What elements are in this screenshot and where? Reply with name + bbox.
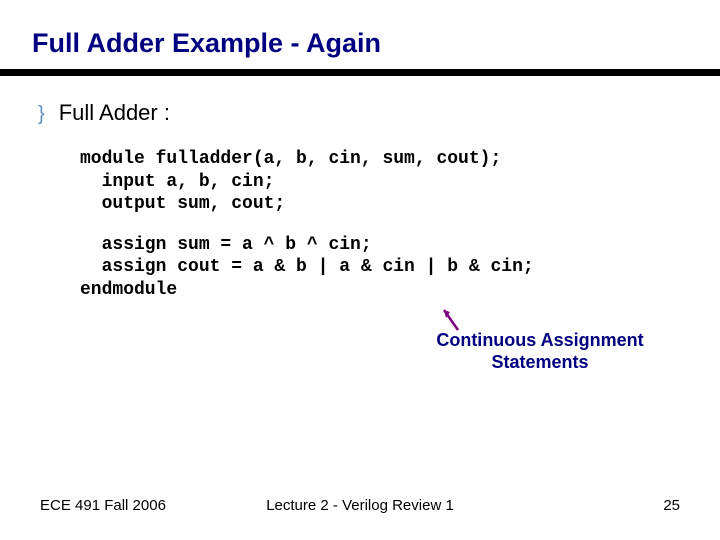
code-block-decl: module fulladder(a, b, cin, sum, cout); …: [80, 148, 688, 216]
footer: ECE 491 Fall 2006 Lecture 2 - Verilog Re…: [0, 497, 720, 514]
code-block-assign: assign sum = a ^ b ^ cin; assign cout = …: [80, 234, 688, 302]
bullet-text: Full Adder :: [59, 100, 170, 126]
annotation-text: Continuous Assignment Statements: [410, 330, 670, 373]
code-area: module fulladder(a, b, cin, sum, cout); …: [80, 148, 688, 301]
footer-right: 25: [663, 497, 680, 514]
footer-left: ECE 491 Fall 2006: [40, 497, 166, 514]
divider: [0, 69, 720, 76]
slide: Full Adder Example - Again } Full Adder …: [0, 0, 720, 540]
footer-center: Lecture 2 - Verilog Review 1: [266, 497, 454, 514]
annotation-callout: Continuous Assignment Statements: [410, 324, 670, 373]
page-title: Full Adder Example - Again: [32, 28, 688, 59]
arrow-icon: [436, 304, 466, 334]
bullet-marker: }: [38, 103, 45, 126]
bullet-item: } Full Adder :: [38, 100, 688, 126]
